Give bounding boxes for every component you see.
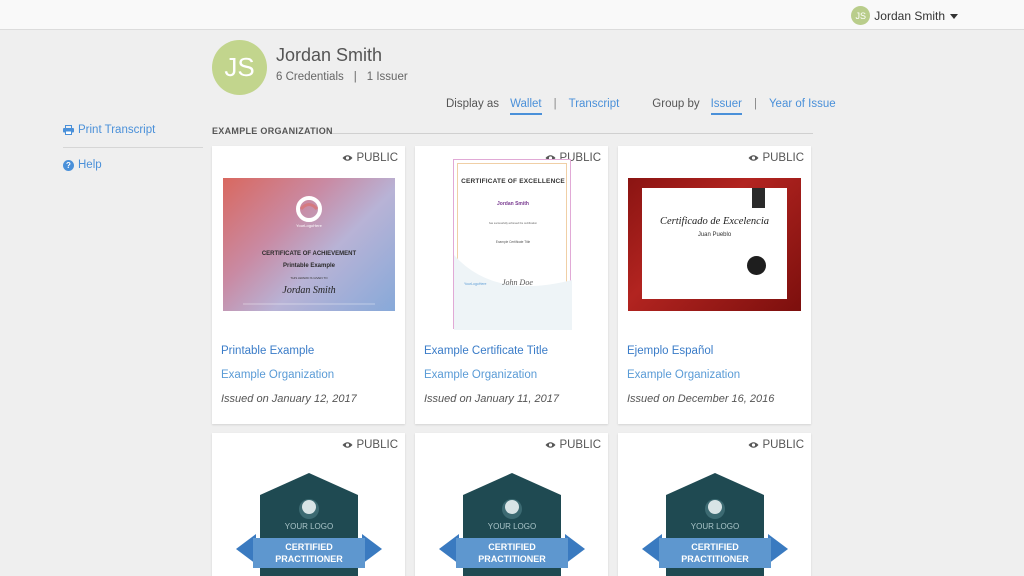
- preview-org: YourLogoHere: [296, 223, 322, 228]
- issuers-count: 1 Issuer: [366, 71, 408, 83]
- visibility-badge: PUBLIC: [748, 439, 804, 451]
- preview-logo: YourLogoHere: [464, 282, 487, 286]
- print-transcript-label: Print Transcript: [78, 124, 156, 136]
- preview-recipient: Jordan Smith: [497, 201, 529, 207]
- visibility-badge: PUBLIC: [342, 152, 398, 164]
- user-avatar[interactable]: JS: [851, 6, 871, 25]
- view-controls: Display as Wallet | Transcript Group by …: [446, 98, 836, 115]
- badge-line2: PRACTITIONER: [478, 554, 546, 564]
- display-as-label: Display as: [446, 98, 500, 110]
- help-icon: ?: [63, 159, 74, 171]
- badge-line2: PRACTITIONER: [681, 554, 749, 564]
- badge-preview[interactable]: YOUR LOGO CERTIFIED PRACTITIONER: [236, 471, 382, 576]
- badge-logo-text: YOUR LOGO: [690, 522, 740, 531]
- visibility-badge: PUBLIC: [342, 439, 398, 451]
- preview-heading: Certificado de Excelencia: [659, 216, 770, 227]
- top-bar: JS Jordan Smith: [0, 0, 1024, 30]
- printer-icon: [63, 125, 74, 136]
- credential-issued-date: Issued on December 16, 2016: [627, 393, 775, 405]
- eye-icon: [748, 442, 759, 448]
- credential-card[interactable]: PUBLIC YOUR LOGO CERTIFIED PRACTITIONER: [212, 433, 405, 576]
- eye-icon: [748, 155, 759, 161]
- preview-subtitle: Printable Example: [282, 263, 336, 269]
- group-issuer-link[interactable]: Issuer: [710, 98, 742, 115]
- display-separator: |: [553, 98, 557, 110]
- eye-icon: [545, 442, 556, 448]
- eye-icon: [342, 155, 353, 161]
- credential-card[interactable]: PUBLIC Certificado de Excelencia Juan Pu…: [618, 146, 811, 424]
- credential-title[interactable]: Printable Example: [221, 345, 314, 357]
- profile-avatar: JS: [212, 40, 267, 95]
- preview-awarded: THIS AWARD IS GIVEN TO: [290, 276, 328, 280]
- help-label: Help: [78, 159, 102, 171]
- badge-line1: CERTIFIED: [488, 542, 536, 552]
- credential-card[interactable]: PUBLIC CERTIFICATE OF EXCELLENCE Jordan …: [415, 146, 608, 424]
- credential-issued-date: Issued on January 12, 2017: [221, 393, 357, 405]
- display-transcript-link[interactable]: Transcript: [569, 98, 620, 110]
- print-transcript-link[interactable]: Print Transcript: [63, 124, 203, 148]
- user-menu[interactable]: JS Jordan Smith: [851, 6, 958, 25]
- badge-preview[interactable]: YOUR LOGO CERTIFIED PRACTITIONER: [642, 471, 788, 576]
- section-divider: [332, 133, 813, 134]
- preview-recipient: Juan Pueblo: [697, 232, 732, 238]
- preview-body: has successfully achieved the certificat…: [488, 222, 538, 225]
- credential-card[interactable]: PUBLIC YOUR LOGO CERTIFIED PRACTITIONER: [415, 433, 608, 576]
- group-separator: |: [753, 98, 757, 110]
- preview-heading: CERTIFICATE OF EXCELLENCE: [461, 178, 565, 185]
- credential-organization[interactable]: Example Organization: [424, 369, 537, 381]
- help-link[interactable]: ? Help: [63, 159, 203, 171]
- certificate-preview[interactable]: CERTIFICATE OF EXCELLENCE Jordan Smith h…: [453, 159, 572, 330]
- badge-line1: CERTIFIED: [285, 542, 333, 552]
- credential-title[interactable]: Example Certificate Title: [424, 345, 548, 357]
- sidebar: Print Transcript ? Help: [63, 124, 203, 171]
- user-name[interactable]: Jordan Smith: [874, 9, 945, 23]
- credential-title[interactable]: Ejemplo Español: [627, 345, 713, 357]
- preview-cert-title: Example Certificate Title: [495, 240, 531, 244]
- badge-logo-text: YOUR LOGO: [284, 522, 334, 531]
- meta-separator: |: [353, 71, 357, 83]
- badge-logo-text: YOUR LOGO: [487, 522, 537, 531]
- profile-name: Jordan Smith: [276, 45, 383, 65]
- certificate-preview[interactable]: YourLogoHere CERTIFICATE OF ACHIEVEMENT …: [223, 178, 395, 311]
- chevron-down-icon[interactable]: [950, 14, 958, 19]
- group-year-link[interactable]: Year of Issue: [769, 98, 836, 110]
- preview-recipient: Jordan Smith: [282, 285, 336, 296]
- profile-meta: 6 Credentials | 1 Issuer: [276, 71, 408, 83]
- certificate-preview[interactable]: Certificado de Excelencia Juan Pueblo: [628, 178, 801, 311]
- credential-card[interactable]: PUBLIC YOUR LOGO CERTIFIED PRACTITIONER: [618, 433, 811, 576]
- credentials-count: 6 Credentials: [276, 71, 344, 83]
- preview-signature: John Doe: [502, 278, 533, 287]
- eye-icon: [342, 442, 353, 448]
- display-wallet-link[interactable]: Wallet: [510, 98, 542, 115]
- badge-preview[interactable]: YOUR LOGO CERTIFIED PRACTITIONER: [439, 471, 585, 576]
- badge-line2: PRACTITIONER: [275, 554, 343, 564]
- visibility-badge: PUBLIC: [545, 439, 601, 451]
- visibility-badge: PUBLIC: [748, 152, 804, 164]
- credential-organization[interactable]: Example Organization: [221, 369, 334, 381]
- credential-issued-date: Issued on January 11, 2017: [424, 393, 559, 405]
- preview-heading: CERTIFICATE OF ACHIEVEMENT: [261, 251, 357, 257]
- credential-organization[interactable]: Example Organization: [627, 369, 740, 381]
- group-by-label: Group by: [652, 98, 700, 110]
- badge-line1: CERTIFIED: [691, 542, 739, 552]
- section-title: EXAMPLE ORGANIZATION: [212, 126, 333, 136]
- credential-card[interactable]: PUBLIC YourLogoHere CERTIFICATE OF ACHIE…: [212, 146, 405, 424]
